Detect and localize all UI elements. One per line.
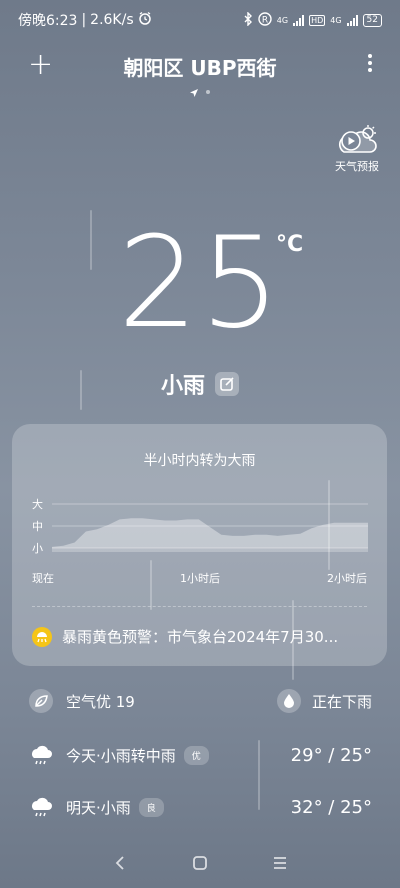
- day-label: 明天·小雨: [66, 798, 131, 817]
- bluetooth-icon: [243, 10, 253, 29]
- air-quality-row[interactable]: 空气优 19 正在下雨: [28, 688, 372, 714]
- day-temperatures: 32° / 25°: [290, 796, 372, 818]
- x-label-2h: 2小时后: [327, 572, 367, 585]
- current-temperature-block: 25 °C: [0, 218, 400, 348]
- svg-text:R: R: [262, 15, 268, 25]
- rain-cloud-icon: [28, 794, 54, 820]
- day-temperatures: 29° / 25°: [290, 744, 372, 766]
- home-button[interactable]: [185, 848, 215, 878]
- daily-forecast-row[interactable]: 明天·小雨 良 32° / 25°: [28, 794, 372, 820]
- signal-icon: [293, 14, 305, 26]
- precipitation-title: 半小时内转为大雨: [143, 453, 256, 469]
- system-navigation-bar: [0, 838, 400, 888]
- current-condition: 小雨: [0, 368, 400, 400]
- aqi-badge: 优: [183, 745, 209, 765]
- condition-text: 小雨: [160, 374, 205, 399]
- aqi-badge: 良: [138, 797, 164, 817]
- current-temperature: 25: [117, 209, 283, 356]
- x-label-1h: 1小时后: [180, 572, 220, 585]
- location-arrow-icon: [190, 82, 198, 101]
- pager-dot: [206, 89, 210, 94]
- sim2-network-tag: 4G: [330, 15, 342, 25]
- network-speed: 2.6K/s: [90, 12, 134, 28]
- precipitation-card[interactable]: 半小时内转为大雨 大 中 小 现在 1小时后 2小时后 暴雨黄色预警：市气象台2…: [12, 424, 387, 666]
- status-bar: 傍晚6:23 | 2.6K/s R 4G HD 4G 52: [0, 0, 400, 40]
- chart-baseline: [52, 548, 368, 552]
- more-menu-icon[interactable]: [368, 54, 372, 72]
- top-bar: + 朝阳区 UBP西街: [0, 48, 400, 84]
- video-forecast-icon: [338, 125, 377, 153]
- day-label: 今天·小雨转中雨: [66, 746, 176, 765]
- sim1-network-tag: 4G: [276, 15, 289, 25]
- status-time: 傍晚6:23: [18, 13, 78, 29]
- alert-text: 暴雨黄色预警：市气象台2024年7月30...: [62, 628, 339, 646]
- rain-status-text: 正在下雨: [311, 692, 372, 711]
- hd-tag: HD: [309, 14, 326, 26]
- precipitation-area: [52, 518, 368, 548]
- city-pager: [0, 82, 400, 101]
- status-separator: |: [81, 12, 87, 28]
- leaf-icon: [28, 688, 54, 714]
- air-quality-label: 空气优 19: [66, 692, 135, 711]
- raindrop-icon: [276, 688, 302, 714]
- alarm-icon: [138, 11, 152, 29]
- edit-icon[interactable]: [215, 372, 239, 396]
- registered-icon: R: [258, 11, 272, 29]
- forecast-button[interactable]: 天气预报: [332, 124, 382, 174]
- rain-cloud-icon: [28, 742, 54, 768]
- x-label-now: 现在: [32, 572, 54, 585]
- card-divider: [32, 606, 367, 607]
- back-button[interactable]: [105, 848, 135, 878]
- rain-status: 正在下雨: [276, 688, 372, 714]
- recents-button[interactable]: [265, 848, 295, 878]
- daily-forecast-row[interactable]: 今天·小雨转中雨 优 29° / 25°: [28, 742, 372, 768]
- warning-icon: [32, 626, 52, 647]
- location-title[interactable]: 朝阳区 UBP西街: [0, 52, 400, 81]
- signal-icon: [346, 14, 358, 26]
- forecast-label: 天气预报: [335, 160, 379, 173]
- battery-icon: 52: [362, 13, 382, 27]
- temperature-unit: °C: [276, 232, 304, 257]
- weather-alert[interactable]: 暴雨黄色预警：市气象台2024年7月30...: [32, 626, 367, 647]
